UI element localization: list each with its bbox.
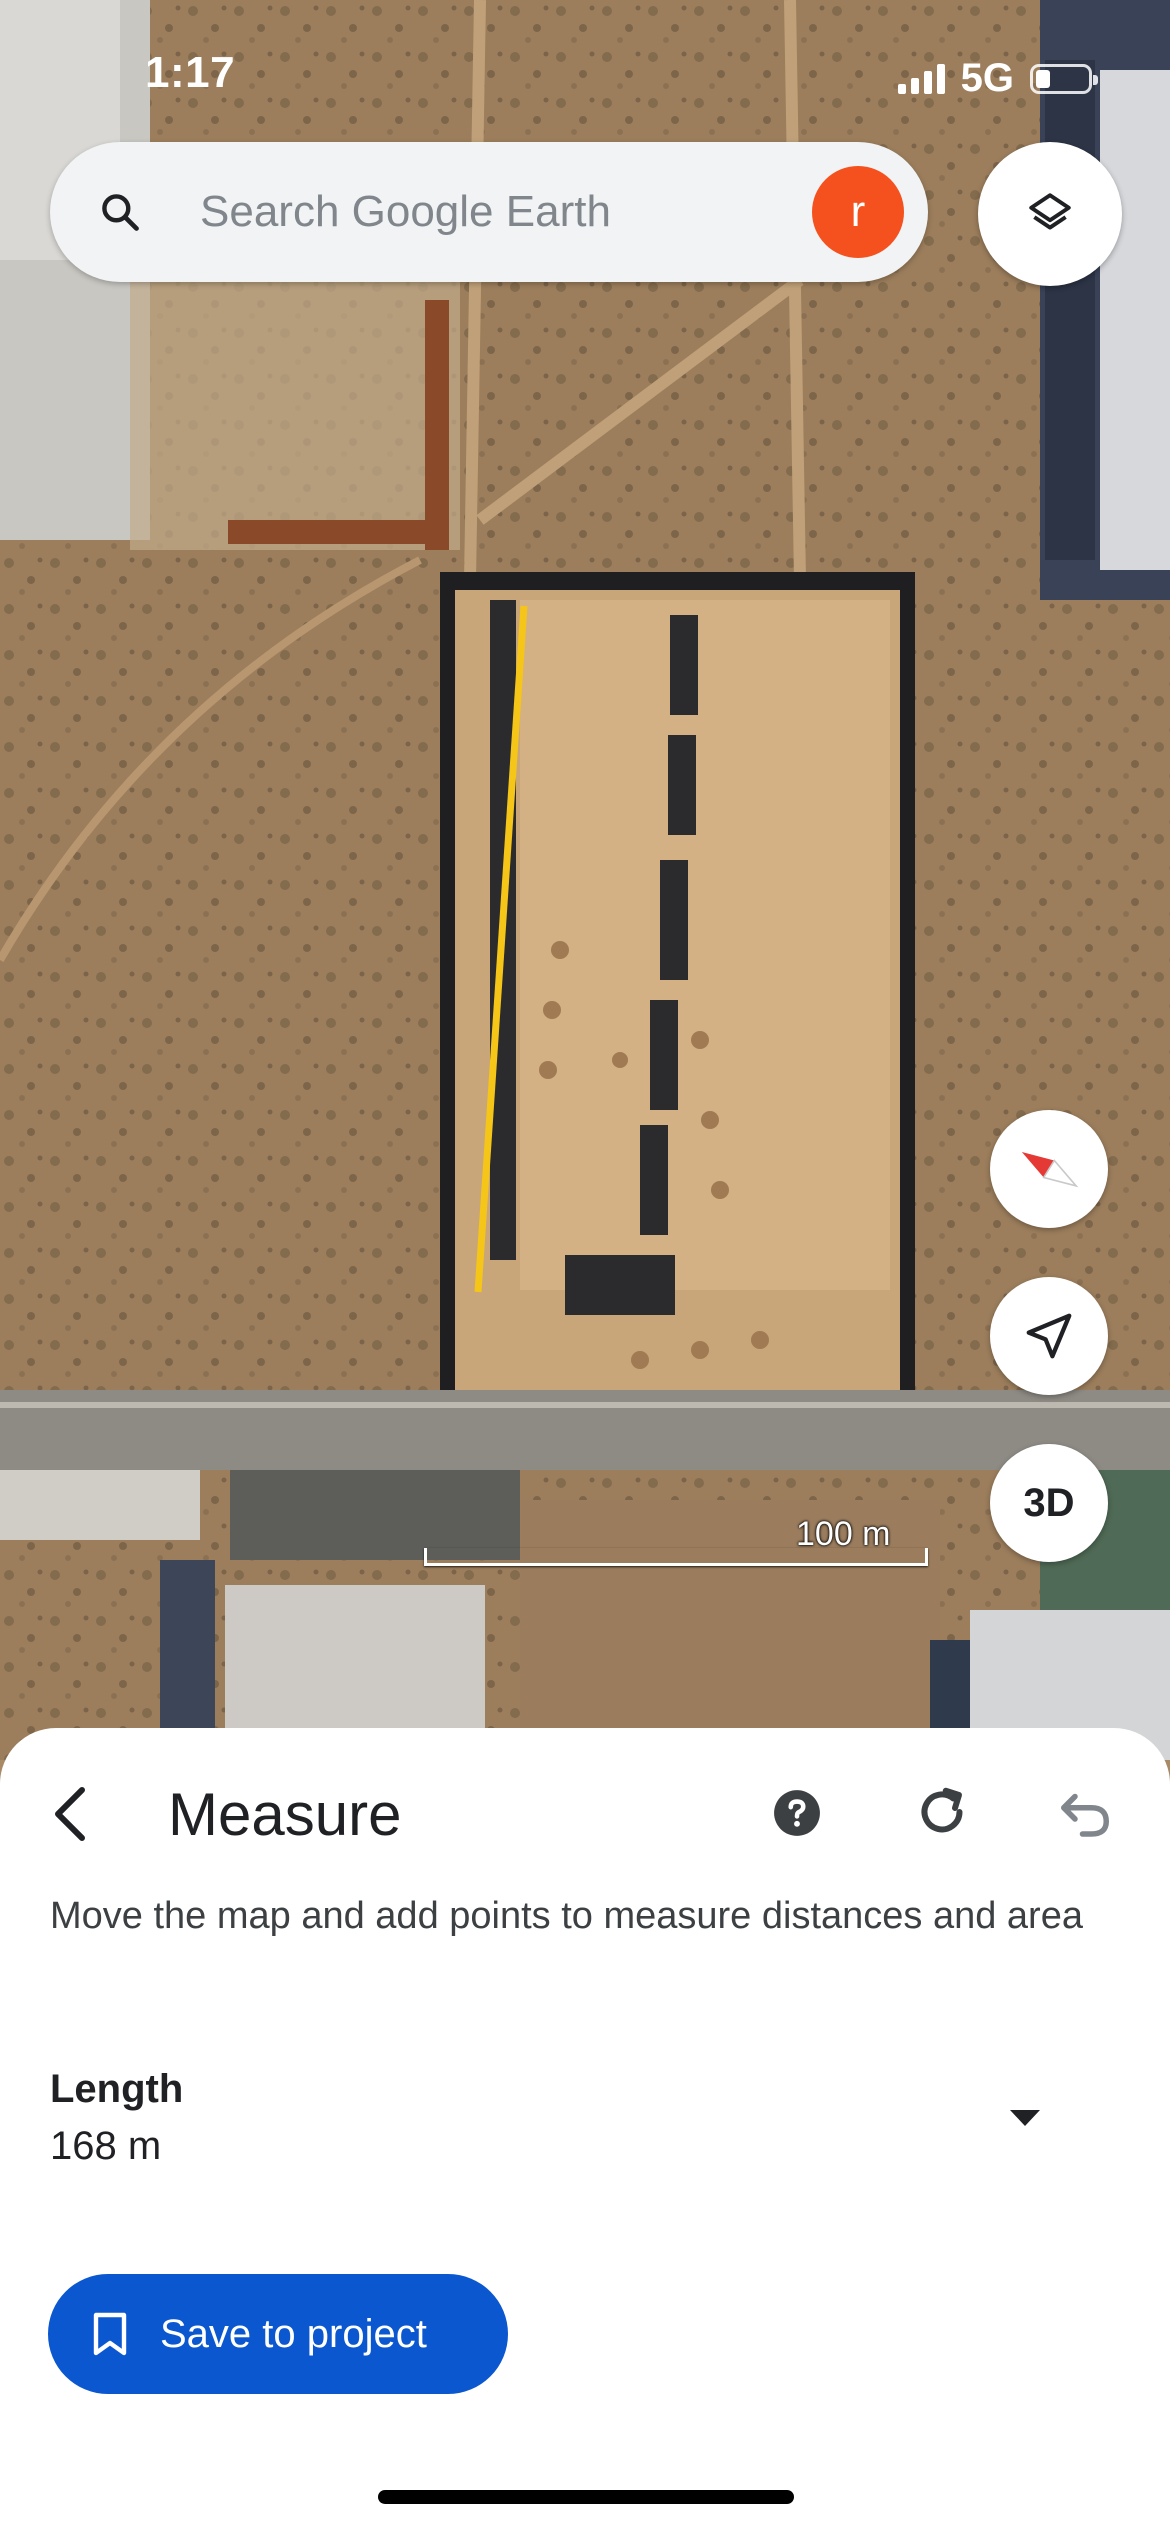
measure-instructions: Move the map and add points to measure d… [50,1895,1083,1937]
search-icon[interactable] [98,190,142,234]
save-to-project-button[interactable]: Save to project [48,2274,508,2394]
dropdown-arrow-icon [1010,2110,1040,2126]
account-avatar[interactable]: r [812,166,904,258]
measure-sheet: Measure Move the map and add points to m… [0,1728,1170,2532]
length-label: Length [50,2067,184,2111]
scale-bar [424,1548,928,1566]
compass-icon [1021,1152,1079,1188]
compass-button[interactable] [990,1110,1108,1228]
home-indicator[interactable] [378,2490,794,2504]
save-button-label: Save to project [160,2311,427,2356]
signal-icon [897,63,945,94]
status-indicators: 5G [897,56,1098,101]
layers-icon [1029,193,1071,230]
help-icon[interactable] [772,1788,822,1838]
length-value: 168 m [50,2124,162,2168]
sheet-title: Measure [168,1781,402,1848]
layers-button[interactable] [978,142,1122,286]
search-bar[interactable]: r [50,142,928,282]
undo-icon[interactable] [1055,1784,1115,1844]
reset-icon[interactable] [912,1782,972,1842]
network-type: 5G [960,56,1014,100]
unit-dropdown-button[interactable] [1000,2098,1050,2138]
back-button[interactable] [40,1784,100,1844]
back-arrow-icon [55,1787,85,1841]
search-input[interactable] [198,186,812,238]
measure-sheet-header: Measure [0,1728,1170,1893]
bookmark-icon [93,2312,127,2356]
battery-icon [1030,63,1098,94]
my-location-button[interactable] [990,1277,1108,1395]
status-time: 1:17 [145,48,236,97]
location-arrow-icon [1026,1313,1072,1359]
3d-toggle-button[interactable]: 3D [990,1444,1108,1562]
